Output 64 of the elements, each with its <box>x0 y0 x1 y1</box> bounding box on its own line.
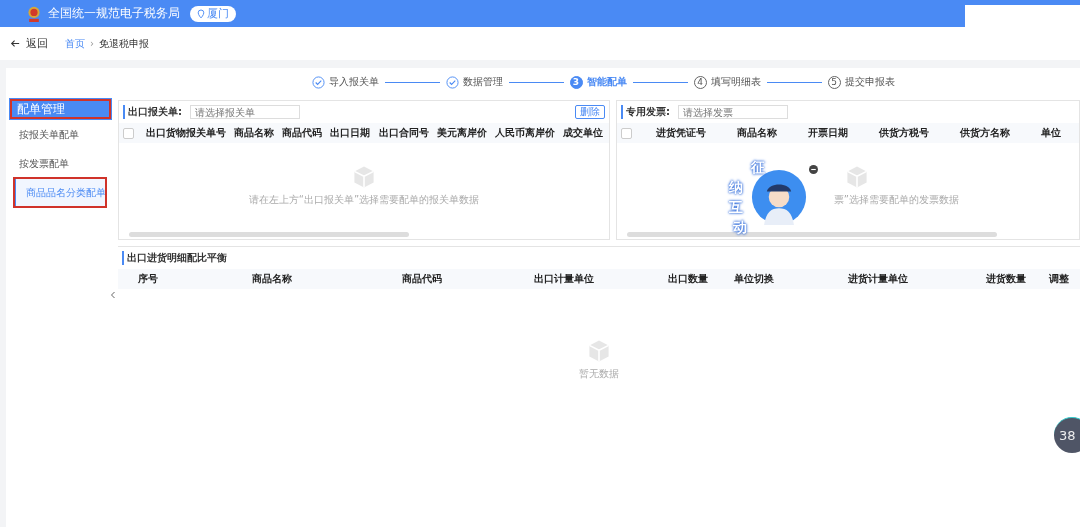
step-number: 3 <box>569 75 583 89</box>
back-link[interactable]: 返回 <box>10 36 48 51</box>
column-header: 商品名称 <box>735 126 778 140</box>
panel-label: 专用发票: <box>621 105 670 119</box>
assistant-label: 纳 <box>729 179 743 197</box>
header-field[interactable] <box>965 5 1080 27</box>
site-title: 全国统一规范电子税务局 <box>48 5 180 22</box>
column-header: 供货方税号 <box>878 126 931 140</box>
column-header: 出口计量单位 <box>532 272 595 286</box>
column-header: 出口合同号 <box>377 126 430 140</box>
column-header: 出口日期 <box>329 126 372 140</box>
column-header: 商品代码 <box>281 126 324 140</box>
scrollbar[interactable] <box>129 231 409 237</box>
location-pin-icon <box>197 8 205 19</box>
empty-message: 暂无数据 <box>579 367 619 381</box>
empty-message: 票”选择需要配单的发票数据 <box>833 193 959 207</box>
column-header: 商品名称 <box>251 272 293 286</box>
panel-label: 出口报关单: <box>123 105 182 119</box>
breadcrumb-link[interactable]: 首页 <box>65 36 85 51</box>
column-header: 成交单位 <box>561 126 604 140</box>
column-header: 出口货物报关单号 <box>145 126 228 140</box>
column-header: 单位切换 <box>732 272 775 286</box>
step-label[interactable]: 导入报关单 <box>328 75 379 89</box>
assistant-label: 征 <box>751 159 765 177</box>
emblem-icon <box>26 4 42 23</box>
column-header: 进货凭证号 <box>654 126 707 140</box>
minimize-icon[interactable] <box>809 165 818 174</box>
column-header: 开票日期 <box>806 126 849 140</box>
step-label[interactable]: 数据管理 <box>462 75 503 89</box>
sidebar-item[interactable]: 按报关单配单 <box>9 120 112 149</box>
select-all-checkbox[interactable] <box>123 127 134 139</box>
back-arrow-icon <box>10 39 20 48</box>
breadcrumb-current: 免退税申报 <box>99 36 149 51</box>
column-header: 进货数量 <box>984 272 1027 286</box>
step-label[interactable]: 填写明细表 <box>710 75 761 89</box>
panel-title: 出口进货明细配比平衡 <box>122 251 227 265</box>
column-header: 人民币离岸价 <box>493 126 556 140</box>
empty-message: 请在左上方“出口报关单”选择需要配单的报关单数据 <box>248 193 480 207</box>
column-header: 美元离岸价 <box>435 126 488 140</box>
collapse-chevron-icon[interactable] <box>110 291 116 299</box>
column-header: 出口数量 <box>666 272 709 286</box>
step-label[interactable]: 提交申报表 <box>844 75 895 89</box>
sidebar-item[interactable]: 按发票配单 <box>9 149 112 178</box>
column-header: 商品代码 <box>401 272 444 286</box>
delete-button[interactable]: 删除 <box>575 105 605 119</box>
location-label: 厦门 <box>207 6 229 21</box>
breadcrumb-separator: › <box>90 38 94 49</box>
column-header: 序号 <box>137 272 160 286</box>
customs-select-field[interactable]: 请选择报关单 <box>190 105 300 119</box>
empty-box-icon <box>587 339 611 363</box>
sidebar-header: 配单管理 <box>9 98 112 120</box>
column-header: 进货计量单位 <box>846 272 909 286</box>
empty-box-icon <box>352 165 376 189</box>
invoice-select-field[interactable]: 请选择发票 <box>678 105 788 119</box>
column-header: 商品名称 <box>233 126 276 140</box>
step-label[interactable]: 智能配单 <box>586 75 627 89</box>
assistant-label: 动 <box>733 219 747 237</box>
select-all-checkbox[interactable] <box>621 127 632 139</box>
empty-box-icon <box>845 165 869 189</box>
column-header: 供货方名称 <box>959 126 1012 140</box>
location-selector[interactable]: 厦门 <box>190 5 236 22</box>
column-header: 调整 <box>1047 272 1070 286</box>
column-header: 单位 <box>1040 126 1063 140</box>
assistant-label: 互 <box>729 199 743 217</box>
